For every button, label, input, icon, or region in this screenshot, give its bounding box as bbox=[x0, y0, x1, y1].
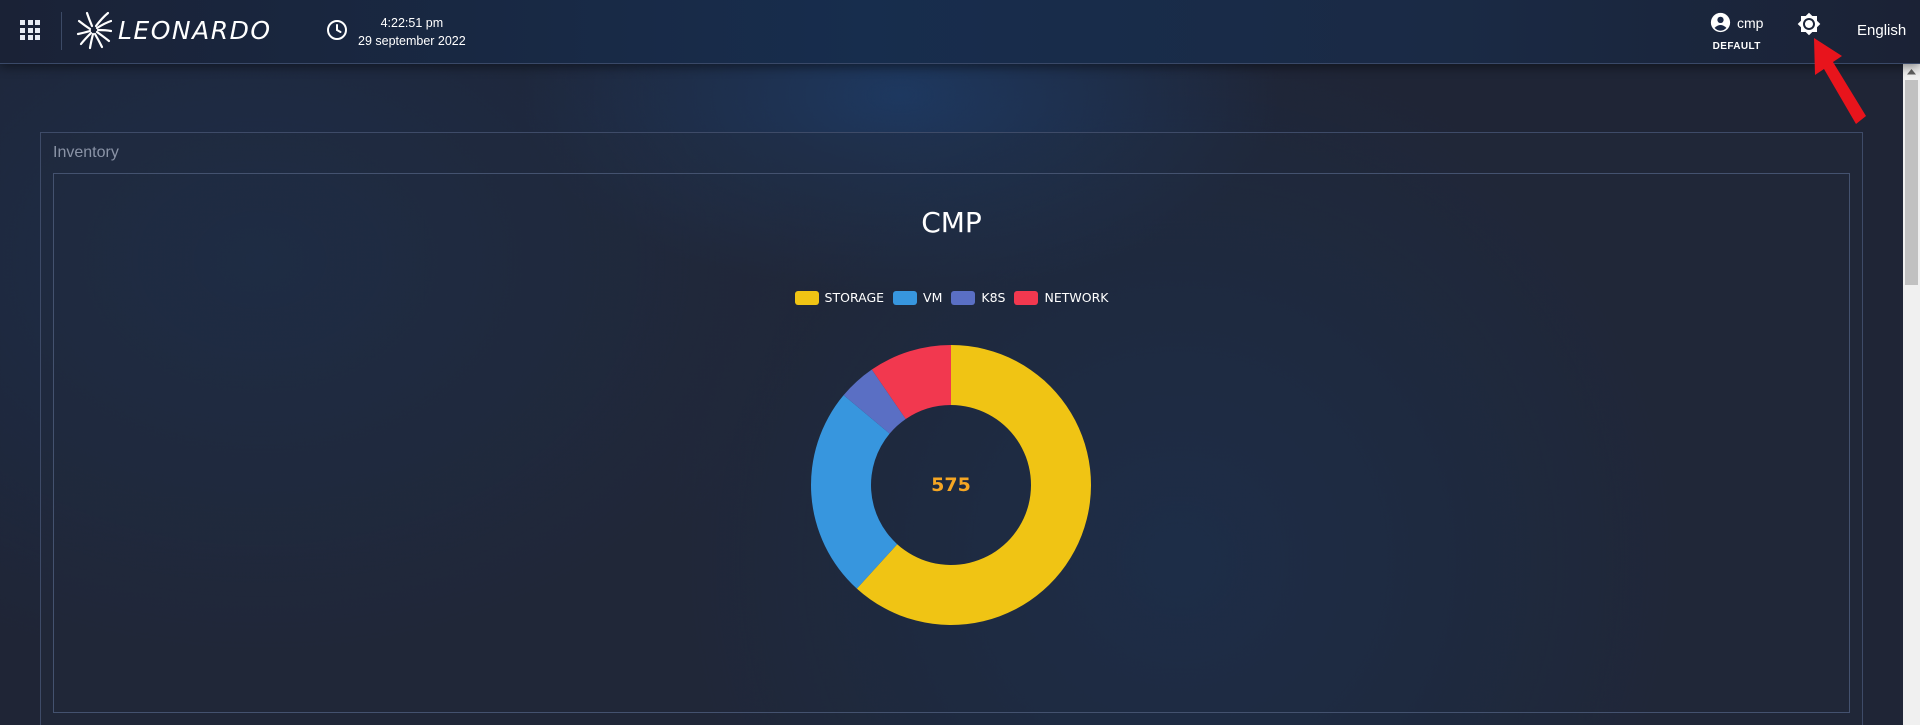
leonardo-logo-icon bbox=[76, 11, 112, 50]
panel-title: Inventory bbox=[53, 144, 119, 161]
user-menu[interactable]: cmp DEFAULT bbox=[1710, 12, 1763, 52]
scroll-up-arrow-icon[interactable] bbox=[1903, 63, 1920, 80]
datetime-display: 4:22:51 pm 29 september 2022 bbox=[358, 14, 466, 50]
settings-brightness-icon bbox=[1797, 12, 1821, 36]
brand-logo[interactable]: LEONARDO bbox=[76, 10, 272, 50]
scrollbar-thumb[interactable] bbox=[1905, 80, 1918, 285]
donut-total-label: 575 bbox=[931, 474, 971, 496]
language-selector[interactable]: English bbox=[1857, 22, 1906, 39]
top-bar: LEONARDO 4:22:51 pm 29 september 2022 cm… bbox=[0, 0, 1920, 64]
chart-card: CMP STORAGE VM K8S NETWORK 575 bbox=[53, 173, 1850, 713]
settings-button[interactable] bbox=[1797, 12, 1821, 36]
current-time: 4:22:51 pm bbox=[380, 16, 444, 30]
current-date: 29 september 2022 bbox=[358, 34, 466, 48]
user-name: cmp bbox=[1737, 14, 1764, 31]
vertical-scrollbar[interactable] bbox=[1903, 63, 1920, 725]
inventory-panel: Inventory CMP STORAGE VM K8S NETWORK 575 bbox=[40, 132, 1863, 725]
apps-grid-icon[interactable] bbox=[20, 20, 40, 40]
user-role: DEFAULT bbox=[1712, 41, 1761, 52]
clock-icon bbox=[327, 20, 347, 40]
header-divider bbox=[61, 12, 62, 50]
account-circle-icon bbox=[1710, 12, 1731, 33]
red-arrow-annotation-icon bbox=[1814, 38, 1866, 124]
brand-name: LEONARDO bbox=[118, 15, 272, 45]
user-row[interactable]: cmp bbox=[1710, 12, 1763, 33]
donut-chart: 575 bbox=[811, 345, 1091, 625]
